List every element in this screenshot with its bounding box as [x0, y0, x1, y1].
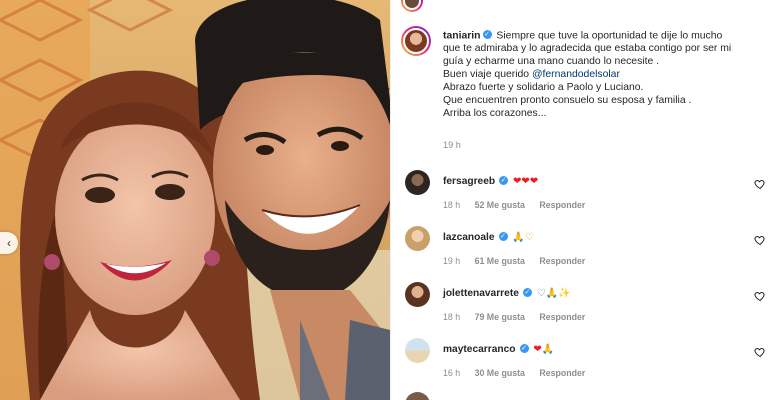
- heart-outline-icon[interactable]: [754, 290, 766, 302]
- verified-badge-icon: ✓: [499, 176, 509, 185]
- caption-line: guía y echarme una mano cuando lo necesi…: [443, 56, 660, 68]
- commenter-avatar[interactable]: [405, 226, 430, 251]
- verified-badge-icon: ✓: [498, 232, 508, 241]
- reply-button[interactable]: Responder: [539, 312, 585, 322]
- post-photo: ‹: [0, 0, 390, 400]
- caption-line: Buen viaje querido: [443, 68, 530, 80]
- comment-meta: 16 h 30 Me gusta Responder: [443, 368, 597, 378]
- comment-likes[interactable]: 30 Me gusta: [475, 368, 525, 378]
- comment-meta: 19 h 61 Me gusta Responder: [443, 256, 597, 266]
- commenter-username[interactable]: fersagreeb: [443, 176, 495, 187]
- heart-outline-icon[interactable]: [754, 234, 766, 246]
- comment-item: jolettenavarrete ✓ ♡🙏✨ 18 h 79 Me gusta R…: [391, 282, 768, 342]
- comment-emoji: ❤🙏: [533, 344, 555, 356]
- caption-line: Arriba los corazones...: [443, 107, 547, 119]
- chevron-left-icon: ‹: [7, 236, 11, 250]
- post-caption: taniarin ✓ Siempre que tuve la oportunida…: [443, 30, 763, 121]
- verified-badge-icon: ✓: [519, 344, 529, 353]
- commenter-avatar[interactable]: [405, 282, 430, 307]
- post-comments-panel: taniarin ✓ Siempre que tuve la oportunida…: [390, 0, 768, 400]
- caption-line: que te admiraba y lo agradecida que esta…: [443, 43, 732, 55]
- comment-time[interactable]: 18 h: [443, 312, 460, 322]
- verified-badge-icon: ✓: [482, 30, 492, 39]
- comment-meta: 18 h 79 Me gusta Responder: [443, 312, 597, 322]
- mention-link[interactable]: @fernandodelsolar: [532, 69, 620, 80]
- heart-outline-icon[interactable]: [754, 178, 766, 190]
- comment-item: maytecarranco ✓ ❤🙏 16 h 30 Me gusta Respo…: [391, 338, 768, 398]
- reply-button[interactable]: Responder: [539, 368, 585, 378]
- comment-text: lazcanoale ✓ 🙏♡: [443, 232, 534, 243]
- top-account-avatar[interactable]: [401, 0, 423, 12]
- post-photo-image: [0, 0, 390, 400]
- author-avatar[interactable]: [401, 26, 431, 56]
- commenter-avatar[interactable]: [405, 338, 430, 363]
- heart-outline-icon[interactable]: [754, 346, 766, 358]
- author-username[interactable]: taniarin: [443, 30, 481, 41]
- comment-text: fersagreeb ✓ ❤❤❤: [443, 176, 538, 187]
- comment-emoji: 🙏♡: [512, 232, 534, 244]
- commenter-avatar[interactable]: [405, 170, 430, 195]
- comment-likes[interactable]: 52 Me gusta: [475, 200, 525, 210]
- reply-button[interactable]: Responder: [539, 256, 585, 266]
- comment-text: jolettenavarrete ✓ ♡🙏✨: [443, 288, 571, 299]
- commenter-username[interactable]: lazcanoale: [443, 232, 495, 243]
- verified-badge-icon: ✓: [522, 288, 532, 297]
- comment-text: maytecarranco ✓ ❤🙏: [443, 344, 554, 355]
- comment-meta: 18 h 52 Me gusta Responder: [443, 200, 597, 210]
- comment-emoji: ♡🙏✨: [536, 288, 571, 300]
- comment-time[interactable]: 18 h: [443, 200, 460, 210]
- commenter-username[interactable]: maytecarranco: [443, 344, 516, 355]
- comment-item: lazcanoale ✓ 🙏♡ 19 h 61 Me gusta Responde…: [391, 226, 768, 286]
- comment-likes[interactable]: 79 Me gusta: [475, 312, 525, 322]
- caption-line: Siempre que tuve la oportunidad te dije …: [496, 30, 723, 42]
- comment-time[interactable]: 19 h: [443, 256, 460, 266]
- post-timestamp[interactable]: 19 h: [443, 140, 461, 150]
- commenter-username[interactable]: jolettenavarrete: [443, 288, 519, 299]
- caption-line: Que encuentren pronto consuelo su esposa…: [443, 94, 692, 106]
- comment-item: fersagreeb ✓ ❤❤❤ 18 h 52 Me gusta Respond…: [391, 170, 768, 230]
- comment-likes[interactable]: 61 Me gusta: [475, 256, 525, 266]
- reply-button[interactable]: Responder: [539, 200, 585, 210]
- comment-time[interactable]: 16 h: [443, 368, 460, 378]
- caption-line: Abrazo fuerte y solidario a Paolo y Luci…: [443, 81, 644, 93]
- comment-emoji: ❤❤❤: [512, 176, 539, 188]
